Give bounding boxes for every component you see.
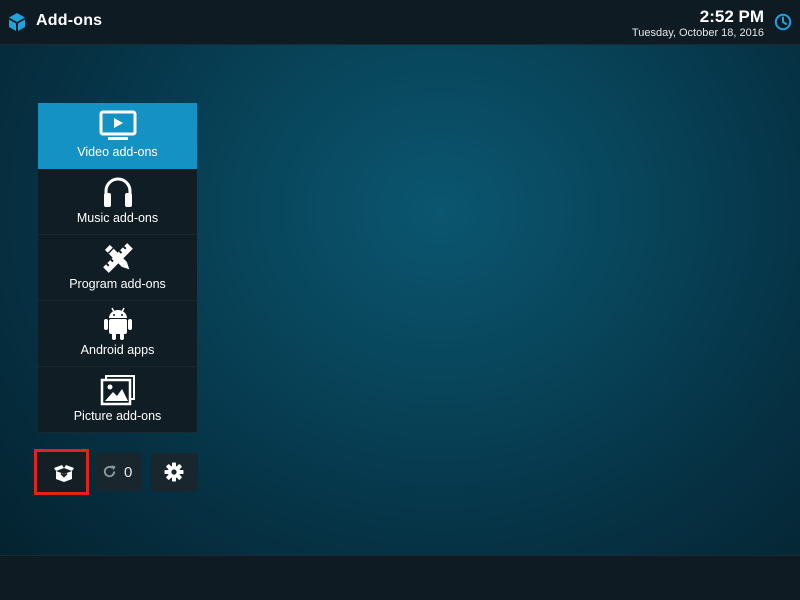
- menu-item-label: Picture add-ons: [73, 409, 162, 423]
- bottom-bar: [0, 555, 800, 600]
- menu-item-label: Music add-ons: [76, 211, 159, 225]
- menu-item-program-addons[interactable]: Program add-ons: [38, 235, 197, 301]
- pencil-ruler-icon: [102, 243, 133, 273]
- page-title: Add-ons: [36, 12, 103, 29]
- video-tv-icon: [99, 110, 136, 140]
- install-from-zip-button[interactable]: [34, 449, 89, 495]
- check-updates-button[interactable]: 0: [95, 453, 142, 491]
- menu-item-music-addons[interactable]: Music add-ons: [38, 169, 197, 235]
- menu-item-label: Android apps: [80, 343, 155, 357]
- clock-time: 2:52 PM: [699, 7, 764, 26]
- update-count: 0: [124, 464, 133, 481]
- clock-icon: [774, 13, 792, 31]
- clock-readout: 2:52 PM Tuesday, October 18, 2016: [632, 8, 764, 40]
- clock-date: Tuesday, October 18, 2016: [631, 27, 764, 39]
- gear-icon: [164, 462, 184, 482]
- open-box-install-icon: [54, 465, 74, 482]
- menu-item-android-apps[interactable]: Android apps: [38, 301, 197, 367]
- headphones-icon: [103, 177, 132, 207]
- addons-box-icon[interactable]: [8, 12, 26, 32]
- settings-button[interactable]: [151, 453, 198, 491]
- top-bar: Add-ons 2:52 PM Tuesday, October 18, 201…: [0, 0, 800, 45]
- menu-item-picture-addons[interactable]: Picture add-ons: [38, 367, 197, 433]
- addon-category-menu: Video add-ons Music add-ons Program add-…: [38, 103, 197, 433]
- menu-item-label: Program add-ons: [69, 277, 166, 291]
- menu-item-video-addons[interactable]: Video add-ons: [38, 103, 197, 169]
- picture-icon: [100, 375, 135, 406]
- android-icon: [103, 307, 132, 340]
- menu-item-label: Video add-ons: [77, 145, 158, 159]
- refresh-icon: [103, 465, 116, 478]
